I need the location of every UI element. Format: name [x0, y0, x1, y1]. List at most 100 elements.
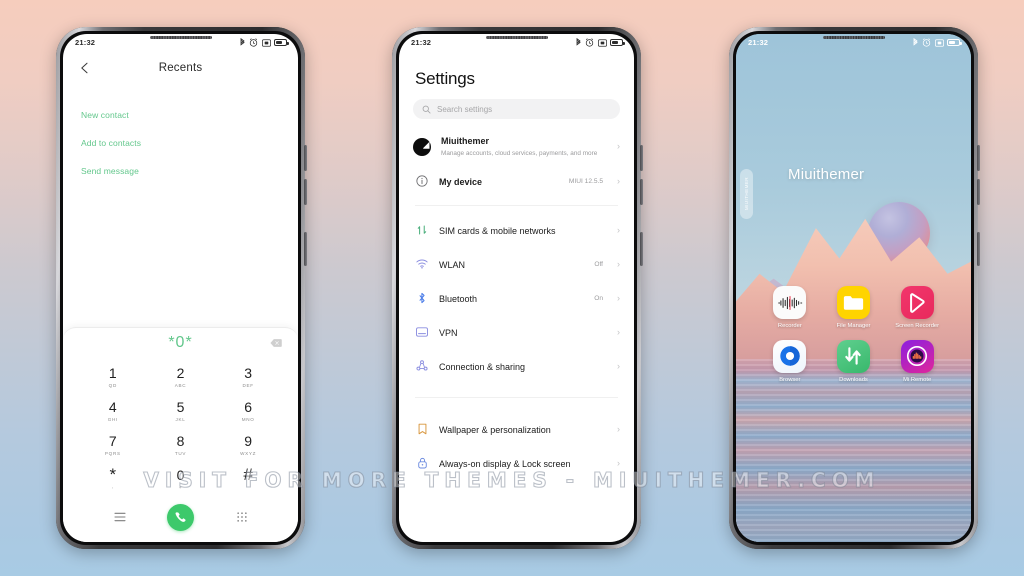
dialpad-panel: *0* 1 QD 2 ABC 3 DEF 4 GHI 5 JKL 6 MNO 7 PQRS 8…: [63, 327, 298, 542]
vpn-icon: [415, 325, 429, 339]
keypad-icon[interactable]: [236, 512, 247, 522]
phone3-screen: 21:32 MIUITHEMER Miuithemer Recorder Fil…: [736, 34, 971, 542]
home-app-grid: Recorder File Manager Screen Recorder Br…: [736, 286, 971, 384]
settings-row-connection-sharing[interactable]: Connection & sharing ›: [399, 349, 634, 383]
row-label: Bluetooth: [439, 294, 478, 305]
key-digit: 8: [176, 433, 185, 450]
dnd-icon: [261, 38, 271, 47]
row-label: Always-on display & Lock screen: [439, 459, 571, 470]
settings-row-wallpaper[interactable]: Wallpaper & personalization ›: [399, 412, 634, 446]
settings-row-wlan[interactable]: WLAN Off ›: [399, 247, 634, 281]
app-browser[interactable]: Browser: [758, 339, 822, 385]
dial-key-1[interactable]: 1 QD: [79, 360, 147, 394]
battery-icon: [947, 39, 962, 46]
dial-key-0[interactable]: 0 +: [147, 462, 215, 496]
key-digit: 7: [108, 433, 117, 450]
settings-row-vpn[interactable]: VPN ›: [399, 315, 634, 349]
phone3-volume-down-button[interactable]: [977, 179, 980, 205]
status-time: 21:32: [75, 38, 96, 47]
phone2-volume-up-button[interactable]: [640, 145, 643, 171]
settings-row-always-on-display[interactable]: Always-on display & Lock screen ›: [399, 446, 634, 480]
dialer-bottom-bar: [63, 496, 298, 538]
dial-key-3[interactable]: 3 DEF: [214, 360, 282, 394]
app-file-manager[interactable]: File Manager: [822, 286, 886, 331]
dial-key-5[interactable]: 5 JKL: [147, 394, 215, 428]
dial-key-7[interactable]: 7 PQRS: [79, 428, 147, 462]
bluetooth-icon: [240, 38, 245, 46]
account-subtitle: Manage accounts, cloud services, payment…: [441, 150, 598, 158]
browser-icon: [773, 339, 807, 373]
phone2-screen: 21:32 Settings Search settings Miuitheme…: [399, 34, 634, 542]
chevron-right-icon: ›: [617, 360, 620, 371]
key-letters: GHI: [107, 416, 118, 422]
dialpad-keys: 1 QD 2 ABC 3 DEF 4 GHI 5 JKL 6 MNO 7 PQRS 8 TUV …: [63, 358, 298, 496]
settings-row-account[interactable]: Miuithemer Manage accounts, cloud servic…: [399, 129, 634, 164]
chevron-right-icon: ›: [617, 292, 620, 303]
call-icon: [175, 511, 186, 522]
dial-key-4[interactable]: 4 GHI: [79, 394, 147, 428]
phone1-volume-up-button[interactable]: [304, 145, 307, 171]
app-label: Downloads: [839, 376, 868, 383]
key-letters: PQRS: [104, 450, 121, 456]
dial-key-6[interactable]: 6 MNO: [214, 394, 282, 428]
wallpaper-water: [736, 359, 971, 542]
settings-list: Miuithemer Manage accounts, cloud servic…: [399, 129, 634, 542]
chevron-right-icon: ›: [617, 258, 620, 269]
settings-row-bluetooth[interactable]: Bluetooth On ›: [399, 281, 634, 315]
phone2-bezel: 21:32 Settings Search settings Miuitheme…: [396, 31, 637, 545]
info-icon: [415, 174, 429, 188]
key-digit: 5: [176, 399, 185, 416]
app-label: File Manager: [836, 323, 871, 329]
row-label: Connection & sharing: [439, 362, 526, 373]
recorder-icon: [773, 286, 807, 319]
row-value: MIUI 12.5.5: [568, 177, 603, 185]
account-name: Miuithemer: [441, 136, 490, 146]
phone1-power-button[interactable]: [304, 232, 307, 266]
key-letters: TUV: [174, 450, 187, 456]
app-label: Mi Remote: [903, 376, 932, 383]
avatar: [413, 137, 431, 156]
dial-key-hash[interactable]: #: [214, 462, 282, 496]
app-mi-remote[interactable]: Mi Remote: [885, 339, 949, 385]
dial-key-8[interactable]: 8 TUV: [147, 428, 215, 462]
call-button[interactable]: [167, 503, 194, 531]
app-downloads[interactable]: Downloads: [822, 339, 886, 385]
action-add-to-contacts[interactable]: Add to contacts: [63, 129, 298, 157]
battery-icon: [274, 39, 289, 46]
phone3-bezel: 21:32 MIUITHEMER Miuithemer Recorder Fil…: [733, 31, 974, 545]
app-recorder[interactable]: Recorder: [758, 286, 822, 331]
menu-icon[interactable]: [113, 512, 126, 522]
phone3-volume-up-button[interactable]: [977, 145, 980, 171]
backspace-icon[interactable]: [270, 339, 282, 348]
chevron-right-icon: ›: [617, 423, 620, 434]
phone2-volume-down-button[interactable]: [640, 179, 643, 205]
dnd-icon: [597, 38, 607, 47]
search-settings-input[interactable]: Search settings: [413, 99, 620, 119]
dial-key-2[interactable]: 2 ABC: [147, 360, 215, 394]
dialed-number: *0*: [168, 334, 193, 351]
bluetooth-icon: [415, 291, 429, 305]
chevron-right-icon: ›: [617, 326, 620, 337]
key-digit: 3: [244, 365, 253, 382]
phone1-volume-down-button[interactable]: [304, 179, 307, 205]
action-send-message[interactable]: Send message: [63, 157, 298, 185]
settings-row-sim-cards[interactable]: SIM cards & mobile networks ›: [399, 213, 634, 247]
folder-icon: [836, 286, 870, 319]
phone2-power-button[interactable]: [640, 232, 643, 266]
settings-row-my-device[interactable]: My device MIUI 12.5.5 ›: [399, 164, 634, 198]
key-digit: *: [109, 464, 117, 484]
search-placeholder: Search settings: [437, 104, 493, 114]
side-edge-widget[interactable]: MIUITHEMER: [740, 169, 753, 219]
recents-action-list: New contact Add to contacts Send message: [63, 85, 298, 185]
app-screen-recorder[interactable]: Screen Recorder: [885, 286, 949, 331]
dial-key-star[interactable]: *,: [79, 462, 147, 496]
action-new-contact[interactable]: New contact: [63, 101, 298, 129]
phone1-screen: 21:32 Recents New contact Add to contact…: [63, 34, 298, 542]
dial-key-9[interactable]: 9 WXYZ: [214, 428, 282, 462]
phone3-power-button[interactable]: [977, 232, 980, 266]
app-label: Screen Recorder: [895, 323, 940, 329]
page-title: Recents: [158, 62, 203, 74]
earpiece-speaker: [149, 36, 212, 39]
phone-device-dialer: 21:32 Recents New contact Add to contact…: [56, 27, 307, 549]
sim-icon: [415, 223, 429, 237]
